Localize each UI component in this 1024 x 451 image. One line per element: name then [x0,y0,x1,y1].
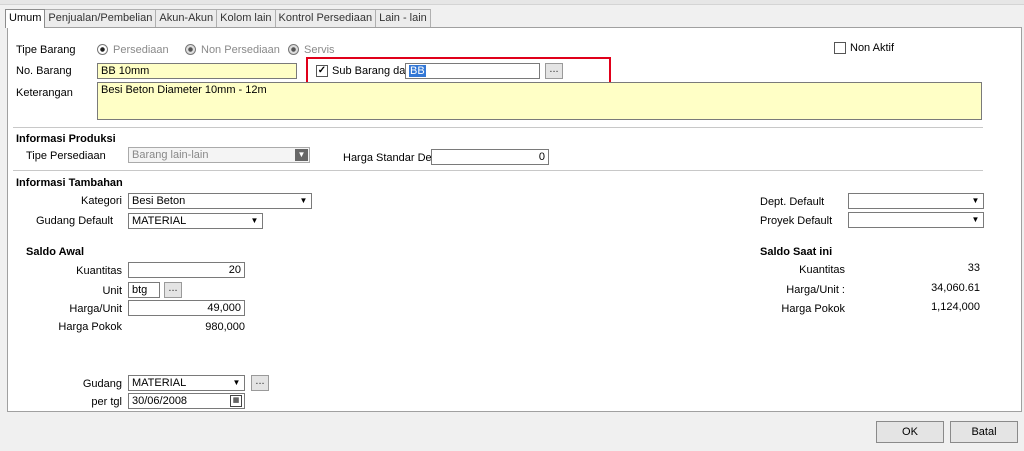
tab-akun-akun[interactable]: Akun-Akun [155,9,218,27]
keterangan-label: Keterangan [16,87,73,99]
saldo-saat-ini-heading: Saldo Saat ini [760,246,833,258]
proyek-default-select[interactable]: ▼ [848,212,984,228]
kategori-select[interactable]: Besi Beton ▼ [128,193,312,209]
per-tgl-date-input[interactable]: 30/06/2008 ▦ [128,393,245,409]
tipe-persediaan-value: Barang lain-lain [132,149,209,161]
saldo-awal-harga-unit-label: Harga/Unit [69,303,122,315]
saldo-awal-harga-unit-input[interactable]: 49,000 [128,300,245,316]
chevron-down-icon: ▼ [295,149,308,161]
per-tgl-label: per tgl [91,396,122,408]
chevron-down-icon: ▼ [969,195,982,207]
non-aktif-label: Non Aktif [850,42,895,54]
saldo-awal-kuantitas-input[interactable]: 20 [128,262,245,278]
no-barang-input[interactable]: BB 10mm [97,63,297,79]
chevron-down-icon: ▼ [969,214,982,226]
informasi-tambahan-heading: Informasi Tambahan [16,177,123,189]
dept-default-label: Dept. Default [760,196,825,208]
calendar-icon[interactable]: ▦ [230,395,242,407]
tab-penjualan-pembelian[interactable]: Penjualan/Pembelian [44,9,157,27]
gudang-browse-button[interactable]: ... [251,375,269,391]
radio-non-persediaan-label: Non Persediaan [201,44,280,56]
saldo-awal-harga-pokok-label: Harga Pokok [58,321,122,333]
sub-barang-checkbox[interactable]: ✓ [316,65,328,77]
saldo-saat-ini-kuantitas-label: Kuantitas [799,264,845,276]
saldo-awal-unit-input[interactable]: btg [128,282,160,298]
saldo-saat-ini-harga-unit-value: 34,060.61 [931,282,980,294]
harga-standar-input[interactable]: 0 [431,149,549,165]
kategori-value: Besi Beton [132,195,186,207]
kategori-label: Kategori [81,195,122,207]
saldo-awal-harga-pokok-value: 980,000 [205,321,245,333]
tab-lain-lain[interactable]: Lain - lain [375,9,431,27]
chevron-down-icon: ▼ [248,215,261,227]
saldo-awal-kuantitas-label: Kuantitas [76,265,122,277]
gudang-label: Gudang [82,378,122,390]
chevron-down-icon: ▼ [230,377,243,389]
non-aktif-checkbox[interactable] [834,42,846,54]
keterangan-textarea[interactable]: Besi Beton Diameter 10mm - 12m [97,82,982,120]
tipe-persediaan-select[interactable]: Barang lain-lain ▼ [128,147,310,163]
no-barang-label: No. Barang [16,65,72,77]
saldo-saat-ini-harga-pokok-label: Harga Pokok [781,303,845,315]
divider [13,127,983,128]
radio-persediaan[interactable] [97,44,108,55]
ok-button[interactable]: OK [876,421,944,443]
gudang-default-select[interactable]: MATERIAL ▼ [128,213,263,229]
chevron-down-icon: ▼ [297,195,310,207]
divider [13,170,983,171]
radio-non-persediaan[interactable] [185,44,196,55]
gudang-value: MATERIAL [132,377,187,389]
tab-strip: Umum Penjualan/Pembelian Akun-Akun Kolom… [5,9,431,28]
harga-standar-label: Harga Standar Def. [343,152,438,164]
radio-servis-label: Servis [304,44,335,56]
sub-barang-label: Sub Barang dari [332,65,412,77]
tab-umum[interactable]: Umum [5,9,46,28]
sub-barang-browse-button[interactable]: ... [545,63,563,79]
tipe-barang-label: Tipe Barang [16,44,76,56]
saldo-saat-ini-harga-pokok-value: 1,124,000 [931,301,980,313]
dept-default-select[interactable]: ▼ [848,193,984,209]
tab-kontrol-persediaan[interactable]: Kontrol Persediaan [274,9,377,27]
informasi-produksi-heading: Informasi Produksi [16,133,116,145]
saldo-awal-unit-label: Unit [102,285,122,297]
tab-kolom-lain[interactable]: Kolom lain [216,9,276,27]
unit-browse-button[interactable]: ... [164,282,182,298]
sub-barang-input[interactable]: BB [405,63,540,79]
proyek-default-label: Proyek Default [760,215,833,227]
tipe-persediaan-label: Tipe Persediaan [26,150,106,162]
saldo-saat-ini-harga-unit-label: Harga/Unit : [786,284,845,296]
saldo-saat-ini-kuantitas-value: 33 [967,262,980,274]
sub-barang-value: BB [409,65,426,77]
gudang-select[interactable]: MATERIAL ▼ [128,375,245,391]
batal-button[interactable]: Batal [950,421,1018,443]
per-tgl-value: 30/06/2008 [132,395,188,407]
radio-persediaan-label: Persediaan [113,44,169,56]
title-bar-strip [0,0,1024,5]
radio-servis[interactable] [288,44,299,55]
gudang-default-label: Gudang Default [36,215,114,227]
gudang-default-value: MATERIAL [132,215,187,227]
saldo-awal-heading: Saldo Awal [26,246,85,258]
